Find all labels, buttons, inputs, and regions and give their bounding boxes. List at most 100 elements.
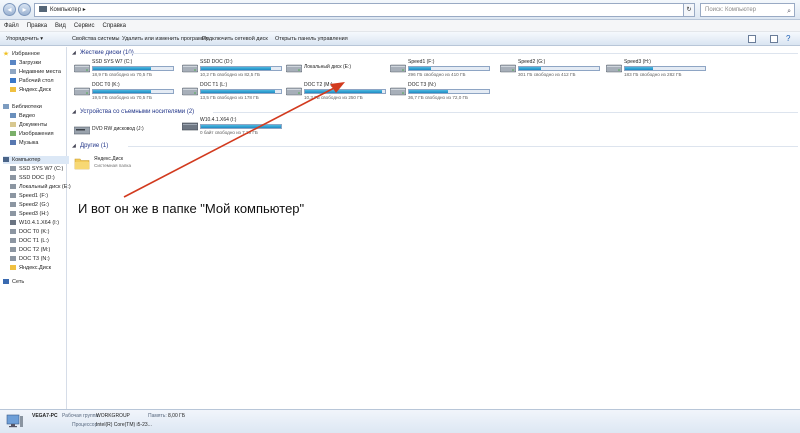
menu-file[interactable]: Файл [4, 20, 19, 32]
sidebar-item-drive[interactable]: Speed1 (F:) [10, 192, 48, 200]
drive-tile[interactable]: SSD SYS W7 (C:) 18,9 ГБ свободно из 70,5 … [72, 59, 174, 79]
menu-help[interactable]: Справка [102, 20, 126, 32]
usb-drive-tile[interactable]: W10.4.1.X64 (I:) 0 байт свободно из 7,20… [180, 117, 282, 137]
sidebar-item-drive[interactable]: Speed3 (H:) [10, 210, 49, 218]
drive-usage-bar [92, 66, 174, 71]
drive-usage-fill [625, 67, 653, 70]
sidebar-item-yandex[interactable]: Яндекс.Диск [10, 86, 51, 94]
menu-edit[interactable]: Правка [27, 20, 47, 32]
system-properties-button[interactable]: Свойства системы [72, 32, 120, 46]
sidebar-item-video[interactable]: Видео [10, 112, 35, 120]
sidebar-item-drive[interactable]: DOC T2 (M:) [10, 246, 50, 254]
drive-tile[interactable]: SSD DOC (D:) 10,2 ГБ свободно из 82,5 ГБ [180, 59, 282, 79]
open-control-panel-button[interactable]: Открыть панель управления [275, 32, 348, 46]
group-divider [128, 53, 798, 54]
hard-drive-icon [74, 64, 90, 73]
drive-tile[interactable]: DOC T0 (K:) 19,5 ГБ свободно из 70,5 ГБ [72, 82, 174, 102]
computer-icon [3, 157, 9, 163]
sidebar-item-drive[interactable]: Локальный диск (E:) [10, 183, 71, 191]
hard-drive-icon [182, 64, 198, 73]
sidebar-item-drive[interactable]: SSD DOC (D:) [10, 174, 55, 182]
drive-free-space: 296 ГБ свободно из 410 ГБ [408, 72, 466, 77]
view-options-icon[interactable] [748, 35, 756, 43]
workgroup-label: Рабочая группа: [62, 413, 100, 419]
menu-view[interactable]: Вид [55, 20, 66, 32]
computer-icon [39, 6, 47, 13]
sidebar-item-desktop[interactable]: Рабочий стол [10, 77, 54, 85]
details-pane: VEGA7-PC Рабочая группа: WORKGROUP Памят… [0, 409, 800, 433]
drive-usage-bar [200, 66, 282, 71]
yandex-disk-folder[interactable]: Яндекс.Диск Системная папка [72, 153, 192, 173]
sidebar-item-drive[interactable]: Speed2 (G:) [10, 201, 49, 209]
uninstall-program-button[interactable]: Удалить или изменить программу [122, 32, 208, 46]
drive-free-space: 10,3 ГБ свободно из 250 ГБ [304, 95, 363, 100]
drive-name: Speed2 (G:) [518, 59, 546, 65]
drive-icon [10, 202, 16, 208]
drive-name: SSD SYS W7 (C:) [92, 59, 133, 65]
search-input[interactable]: Поиск: Компьютер ⌕ [700, 3, 795, 17]
drive-tile[interactable]: Локальный диск (E:) [284, 59, 384, 79]
drive-name: Локальный диск (E:) [304, 64, 352, 70]
drive-tile[interactable]: Speed3 (H:) 183 ГБ свободно из 282 ГБ [604, 59, 706, 79]
preview-pane-icon[interactable] [770, 35, 778, 43]
memory-label: Память: [148, 413, 167, 419]
drive-usage-bar [200, 124, 282, 129]
drive-free-space: 301 ГБ свободно из 412 ГБ [518, 72, 576, 77]
forward-arrow-icon[interactable]: ▸ [18, 3, 31, 16]
group-divider [128, 146, 798, 147]
help-icon[interactable]: ? [786, 32, 790, 46]
menu-tools[interactable]: Сервис [74, 20, 95, 32]
group-header-other[interactable]: ◢ Другие (1) [72, 141, 108, 151]
sidebar-item-pictures[interactable]: Изображения [10, 130, 54, 138]
sidebar-network[interactable]: Сеть [3, 278, 24, 286]
menu-bar: Файл Правка Вид Сервис Справка [0, 20, 800, 32]
sidebar-item-drive[interactable]: DOC T3 (N:) [10, 255, 50, 263]
drive-usage-bar [408, 66, 490, 71]
chevron-right-icon: ▸ [82, 7, 86, 13]
drive-usage-fill [409, 67, 432, 70]
sidebar-item-music[interactable]: Музыка [10, 139, 38, 147]
refresh-icon[interactable]: ↻ [683, 3, 695, 17]
organize-button[interactable]: Упорядочить ▾ [6, 32, 43, 46]
sidebar-computer[interactable]: Компьютер [3, 156, 69, 164]
recent-places-icon [10, 69, 16, 75]
drive-tile[interactable]: Speed2 (G:) 301 ГБ свободно из 412 ГБ [498, 59, 600, 79]
pictures-icon [10, 131, 16, 137]
drive-tile[interactable]: Speed1 (F:) 296 ГБ свободно из 410 ГБ [388, 59, 490, 79]
sidebar-item-drive[interactable]: SSD SYS W7 (C:) [10, 165, 63, 173]
sidebar-libraries[interactable]: Библиотеки [3, 103, 42, 111]
drive-icon [10, 238, 16, 244]
sidebar-item-drive[interactable]: DOC T0 (K:) [10, 228, 49, 236]
drive-name: Speed3 (H:) [624, 59, 651, 65]
workgroup-value: WORKGROUP [96, 413, 130, 419]
sidebar-item-recent[interactable]: Недавние места [10, 68, 61, 76]
sidebar-item-yandex[interactable]: Яндекс.Диск [10, 264, 51, 272]
sidebar-item-drive[interactable]: W10.4.1.X64 (I:) [10, 219, 59, 227]
sidebar-item-drive[interactable]: DOC T1 (L:) [10, 237, 49, 245]
video-icon [10, 113, 16, 119]
drive-tile[interactable]: DOC T3 (N:) 36,7 ГБ свободно из 72,0 ГБ [388, 82, 490, 102]
address-field[interactable]: Компьютер ▸ [34, 3, 692, 17]
drive-tile[interactable]: DOC T2 (M:) 10,3 ГБ свободно из 250 ГБ [284, 82, 386, 102]
hard-drive-icon [74, 87, 90, 96]
hard-drive-icon [390, 64, 406, 73]
back-arrow-icon[interactable]: ◂ [3, 3, 16, 16]
computer-icon [6, 414, 23, 428]
group-header-removable[interactable]: ◢ Устройства со съемными носителями (2) [72, 107, 194, 117]
dvd-drive-tile[interactable]: DVD RW дисковод (J:) [72, 121, 172, 141]
annotation-text: И вот он же в папке "Мой компьютер" [78, 201, 305, 216]
map-network-drive-button[interactable]: Подключить сетевой диск [202, 32, 268, 46]
search-placeholder: Поиск: Компьютер [705, 7, 757, 13]
drive-icon [10, 184, 16, 190]
drive-tile[interactable]: DOC T1 (L:) 13,5 ГБ свободно из 178 ГБ [180, 82, 282, 102]
library-icon [3, 104, 9, 110]
drive-usage-fill [409, 90, 449, 93]
memory-value: 8,00 ГБ [168, 413, 186, 419]
sidebar-item-documents[interactable]: Документы [10, 121, 47, 129]
sidebar-favorites[interactable]: Избранное [3, 50, 40, 58]
group-header-hdd[interactable]: ◢ Жесткие диски (10) [72, 48, 134, 58]
drive-name: Speed1 (F:) [408, 59, 435, 65]
drive-free-space: 183 ГБ свободно из 282 ГБ [624, 72, 682, 77]
sidebar-item-downloads[interactable]: Загрузки [10, 59, 41, 67]
drive-free-space: 0 байт свободно из 7,20 ГБ [200, 130, 258, 135]
